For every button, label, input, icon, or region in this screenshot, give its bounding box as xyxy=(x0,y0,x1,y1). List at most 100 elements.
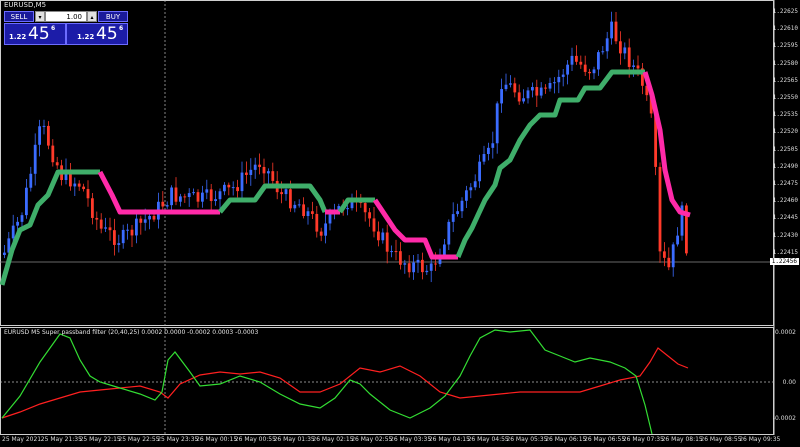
candle-body xyxy=(113,230,116,245)
trend-line-segment xyxy=(0,169,100,286)
candle-body xyxy=(218,191,222,200)
candle-body xyxy=(517,92,521,102)
candle-body xyxy=(491,143,495,148)
candle-body xyxy=(16,221,19,226)
candle-body xyxy=(469,187,473,191)
candle-body xyxy=(548,82,552,89)
candle-body xyxy=(262,166,266,174)
candle-body xyxy=(99,219,103,229)
price-axis-label: 1.22415 xyxy=(772,248,798,256)
time-axis-label: 26 May 04:15 xyxy=(428,436,470,443)
candle-body xyxy=(170,187,173,206)
candle-body xyxy=(478,161,481,182)
price-axis-label: 1.22595 xyxy=(772,42,798,50)
sell-price-big: 45 xyxy=(28,24,50,44)
sell-price-button[interactable]: 1.22 45 6 xyxy=(4,23,66,45)
candle-body xyxy=(535,87,539,96)
candle-body xyxy=(25,187,28,216)
candle-body xyxy=(671,244,675,268)
candle-body xyxy=(447,221,451,245)
indicator-axis-top: 0.0002 xyxy=(775,329,796,336)
candle-body xyxy=(205,189,209,193)
candle-body xyxy=(245,172,248,175)
candle-body xyxy=(553,82,556,84)
candle-body xyxy=(82,186,85,190)
buy-button[interactable]: BUY xyxy=(98,11,128,22)
candle-body xyxy=(319,231,323,236)
candle-body xyxy=(143,219,147,223)
volume-input[interactable]: 1.00 xyxy=(45,11,87,22)
candle-body xyxy=(658,166,662,252)
candle-body xyxy=(121,229,125,244)
candle-body xyxy=(513,83,517,93)
time-axis-label: 26 May 00:55 xyxy=(234,436,276,443)
price-axis-label: 1.22445 xyxy=(772,214,798,222)
candle-body xyxy=(605,38,609,52)
time-axis-label: 25 May 21:35 xyxy=(40,436,82,443)
candle-body xyxy=(249,169,253,175)
candle-body xyxy=(73,183,77,187)
price-axis-label: 1.22565 xyxy=(772,76,798,84)
price-axis-label: 1.22430 xyxy=(772,231,798,239)
candle-body xyxy=(165,205,169,207)
trend-line-segment xyxy=(642,71,691,218)
volume-decrease-button[interactable]: ▾ xyxy=(35,11,45,22)
candle-body xyxy=(95,217,99,220)
candle-body xyxy=(214,199,217,202)
time-axis-label: 26 May 06:55 xyxy=(584,436,626,443)
indicator-axis-zero: 0.00 xyxy=(782,379,796,386)
candle-body xyxy=(421,259,424,273)
candle-body xyxy=(412,262,415,273)
candle-body xyxy=(192,192,195,194)
candle-body xyxy=(253,164,257,170)
chart-symbol-title: EURUSD,M5 xyxy=(4,1,47,9)
time-axis-label: 25 May 22:15 xyxy=(79,436,121,443)
candle-body xyxy=(231,187,235,189)
candle-body xyxy=(561,74,565,77)
candle-body xyxy=(575,55,578,62)
candle-body xyxy=(399,251,402,265)
candle-body xyxy=(161,201,165,207)
candle-body xyxy=(135,218,138,236)
candle-body xyxy=(20,215,24,222)
time-axis-label: 26 May 07:35 xyxy=(622,436,664,443)
sell-button[interactable]: SELL xyxy=(4,11,34,22)
candle-body xyxy=(174,187,178,202)
candle-body xyxy=(187,193,191,198)
candle-body xyxy=(601,51,605,53)
price-chart[interactable] xyxy=(0,0,800,447)
time-axis-label: 26 May 08:55 xyxy=(700,436,742,443)
sell-price-prefix: 1.22 xyxy=(9,33,27,41)
candle-body xyxy=(55,162,59,166)
candle-body xyxy=(139,218,143,223)
candle-body xyxy=(522,98,525,102)
candle-body xyxy=(557,76,561,83)
time-axis-label: 26 May 03:35 xyxy=(390,436,432,443)
candle-body xyxy=(627,47,631,67)
buy-price-button[interactable]: 1.22 45 6 xyxy=(66,23,128,45)
time-axis-label: 25 May 23:35 xyxy=(157,436,199,443)
candle-body xyxy=(324,223,327,236)
candle-body xyxy=(152,215,156,220)
candle-body xyxy=(240,172,244,192)
main-pane-border xyxy=(0,0,774,326)
candle-body xyxy=(381,232,385,241)
candle-body xyxy=(544,87,547,89)
trend-line-segment xyxy=(218,183,328,214)
candle-body xyxy=(487,147,490,155)
candle-body xyxy=(130,229,134,236)
volume-increase-button[interactable]: ▴ xyxy=(87,11,97,22)
candle-body xyxy=(289,189,292,209)
candle-body xyxy=(456,211,459,215)
candle-body xyxy=(368,212,371,219)
candle-body xyxy=(126,229,129,231)
candle-body xyxy=(500,89,503,104)
candle-body xyxy=(117,243,121,245)
candle-body xyxy=(267,171,270,174)
candle-body xyxy=(539,87,543,96)
chart-window[interactable] xyxy=(0,0,800,447)
candle-body xyxy=(526,90,530,99)
candle-body xyxy=(86,189,90,199)
candle-body xyxy=(385,232,389,252)
candle-body xyxy=(302,204,305,217)
